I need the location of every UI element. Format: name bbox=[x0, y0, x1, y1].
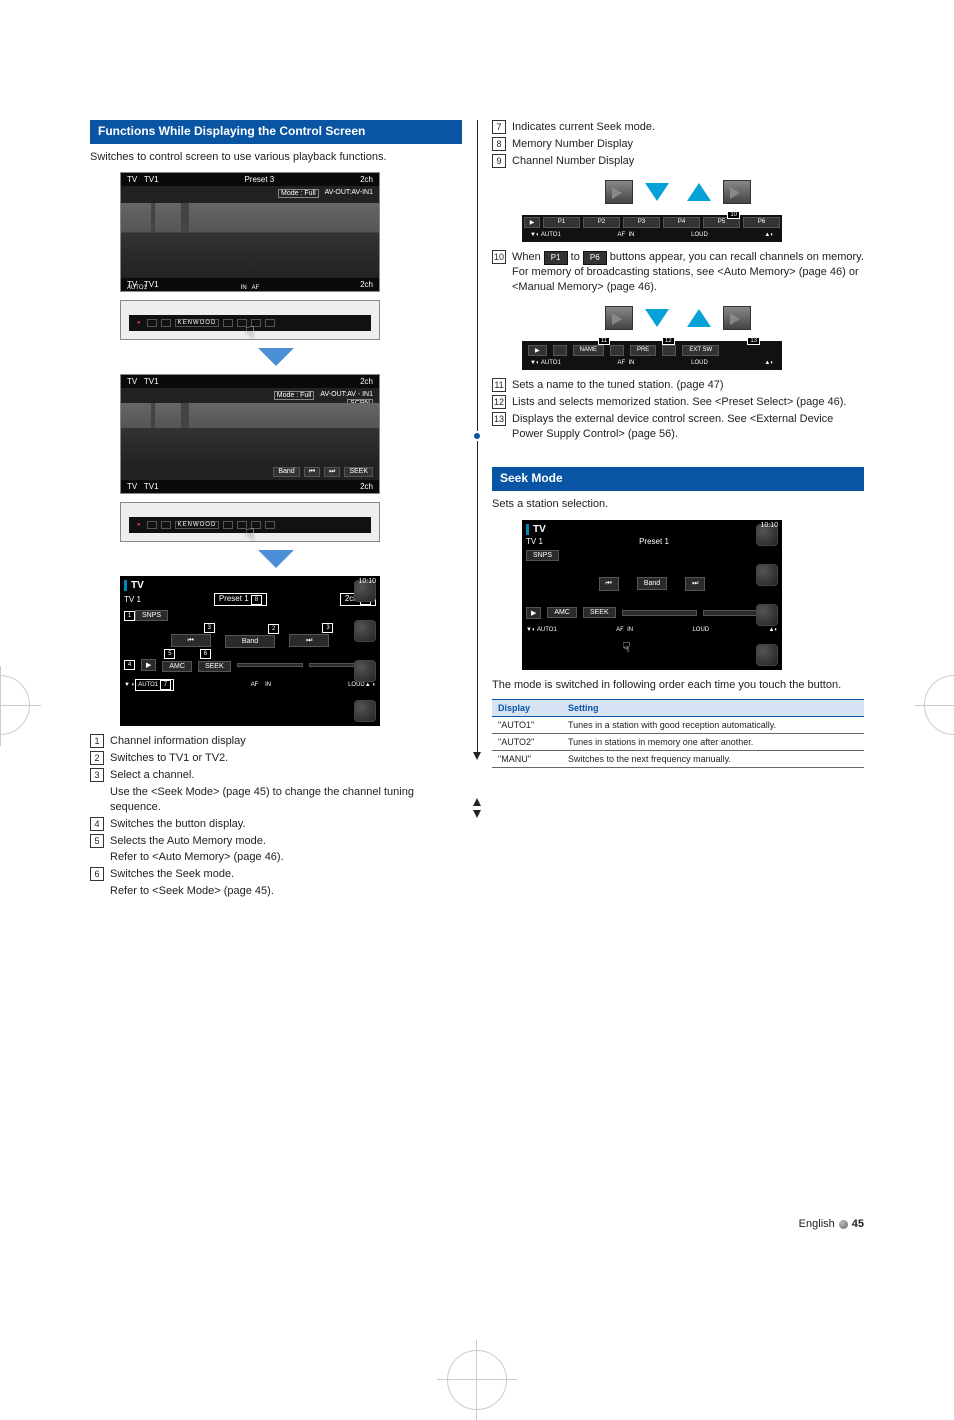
prev-button[interactable]: ⏮ bbox=[171, 634, 211, 647]
item-11: Sets a name to the tuned station. (page … bbox=[512, 378, 724, 393]
crop-mark-left bbox=[0, 675, 30, 735]
page-footer: English45 bbox=[799, 1218, 864, 1230]
arrow-row-2 bbox=[492, 303, 864, 333]
band-button[interactable]: Band bbox=[273, 467, 299, 477]
shot1-preset: Preset 3 bbox=[244, 175, 274, 184]
item-9: Channel Number Display bbox=[512, 154, 634, 169]
snps-button[interactable]: SNPS bbox=[135, 610, 168, 621]
item-4: Switches the button display. bbox=[110, 817, 246, 832]
next-button[interactable]: ⏭ bbox=[289, 634, 329, 647]
preset-strip: 10 ▶ P1 P2 P3 P4 P5 P6 ▼◐ AUTO1 AF IN LO… bbox=[522, 215, 782, 242]
crop-mark-right bbox=[924, 675, 954, 735]
seek-button[interactable]: SEEK bbox=[583, 607, 616, 618]
next-button[interactable]: ⏭ bbox=[324, 467, 340, 477]
table-row: "MANU"Switches to the next frequency man… bbox=[492, 750, 864, 767]
seek-outro: The mode is switched in following order … bbox=[492, 678, 864, 693]
touch-pointer-icon: ☟ bbox=[245, 323, 255, 343]
p3-button[interactable]: P3 bbox=[623, 217, 660, 228]
item-2: Switches to TV1 or TV2. bbox=[110, 751, 228, 766]
shot1-tv: TV bbox=[127, 175, 137, 184]
p1-inline-button: P1 bbox=[544, 251, 568, 266]
item-1: Channel information display bbox=[110, 734, 246, 749]
p1-button[interactable]: P1 bbox=[543, 217, 580, 228]
device-strip-1: ● KENWOOD ☟ bbox=[120, 300, 380, 340]
table-row: "AUTO1"Tunes in a station with good rece… bbox=[492, 716, 864, 733]
section-header-seek: Seek Mode bbox=[492, 467, 864, 491]
band-button[interactable]: Band bbox=[225, 635, 275, 648]
button-strip: 11 12 13 ▶ NAME PRE EXT SW ▼◐ AUTO1 AF I… bbox=[522, 341, 782, 370]
prev-button[interactable]: ⏮ bbox=[304, 467, 320, 477]
down-arrow-icon bbox=[258, 550, 294, 568]
column-gutter-seek bbox=[474, 798, 480, 818]
seek-button[interactable]: SEEK bbox=[198, 661, 231, 672]
section-header-functions: Functions While Displaying the Control S… bbox=[90, 120, 462, 144]
p2-button[interactable]: P2 bbox=[583, 217, 620, 228]
device-strip-2: ● KENWOOD ☟ bbox=[120, 502, 380, 542]
preset-display: Preset 1 8 bbox=[214, 593, 267, 606]
screenshot-control: 10:10 TV TV 1 Preset 1 8 2ch 9 1 SNPS bbox=[120, 576, 380, 726]
shot1-2ch: 2ch bbox=[360, 175, 373, 184]
item-5: Selects the Auto Memory mode. bbox=[110, 834, 266, 849]
band-button[interactable]: Band bbox=[637, 577, 667, 590]
screenshot-seek: 10:10 TV TV 1 Preset 1 2ch SNPS ⏮ Band bbox=[522, 520, 782, 670]
seek-mode-table: Display Setting "AUTO1"Tunes in a statio… bbox=[492, 699, 864, 768]
shot1-mode: Mode : Full bbox=[278, 189, 319, 198]
amc-button[interactable]: AMC bbox=[162, 661, 192, 672]
table-header-setting: Setting bbox=[562, 699, 864, 716]
left-column: Functions While Displaying the Control S… bbox=[90, 120, 462, 901]
item-7: Indicates current Seek mode. bbox=[512, 120, 655, 135]
seek-intro: Sets a station selection. bbox=[492, 497, 864, 512]
crop-mark-bottom bbox=[447, 1350, 507, 1410]
item-8: Memory Number Display bbox=[512, 137, 633, 152]
arrow-row-1 bbox=[492, 177, 864, 207]
right-column: 7Indicates current Seek mode. 8Memory Nu… bbox=[492, 120, 864, 901]
item-13: Displays the external device control scr… bbox=[512, 412, 864, 442]
extsw-button[interactable]: EXT SW bbox=[682, 345, 719, 356]
item-3: Select a channel. bbox=[110, 768, 194, 783]
seek-button[interactable]: SEEK bbox=[344, 467, 373, 477]
screenshot-playback-2: TV TV1 2ch Mode : Full AV-OUT:AV - IN1 S… bbox=[120, 374, 380, 494]
next-button[interactable]: ⏭ bbox=[685, 577, 705, 591]
touch-pointer-icon: ☟ bbox=[245, 525, 255, 545]
amc-button[interactable]: AMC bbox=[547, 607, 577, 618]
p6-inline-button: P6 bbox=[583, 251, 607, 266]
table-row: "AUTO2"Tunes in stations in memory one a… bbox=[492, 733, 864, 750]
p6-button[interactable]: P6 bbox=[743, 217, 780, 228]
name-button[interactable]: NAME bbox=[573, 345, 604, 356]
down-arrow-icon bbox=[258, 348, 294, 366]
intro-text: Switches to control screen to use variou… bbox=[90, 150, 462, 165]
pre-button[interactable]: PRE bbox=[630, 345, 656, 356]
snps-button[interactable]: SNPS bbox=[526, 550, 559, 561]
shot1-avout: AV-OUT:AV-IN1 bbox=[325, 189, 373, 198]
item-12: Lists and selects memorized station. See… bbox=[512, 395, 846, 410]
item-6: Switches the Seek mode. bbox=[110, 867, 234, 882]
side-icons bbox=[354, 580, 376, 722]
screenshot-playback-1: TV TV1 Preset 3 2ch Mode : Full AV-OUT:A… bbox=[120, 172, 380, 292]
item-10: When P1 to P6 buttons appear, you can re… bbox=[512, 250, 864, 295]
prev-button[interactable]: ⏮ bbox=[599, 577, 619, 591]
table-header-display: Display bbox=[492, 699, 562, 716]
touch-pointer-icon: ☟ bbox=[622, 639, 631, 656]
shot1-tv1: TV1 bbox=[144, 175, 159, 184]
column-gutter-2 bbox=[474, 248, 480, 788]
p4-button[interactable]: P4 bbox=[663, 217, 700, 228]
